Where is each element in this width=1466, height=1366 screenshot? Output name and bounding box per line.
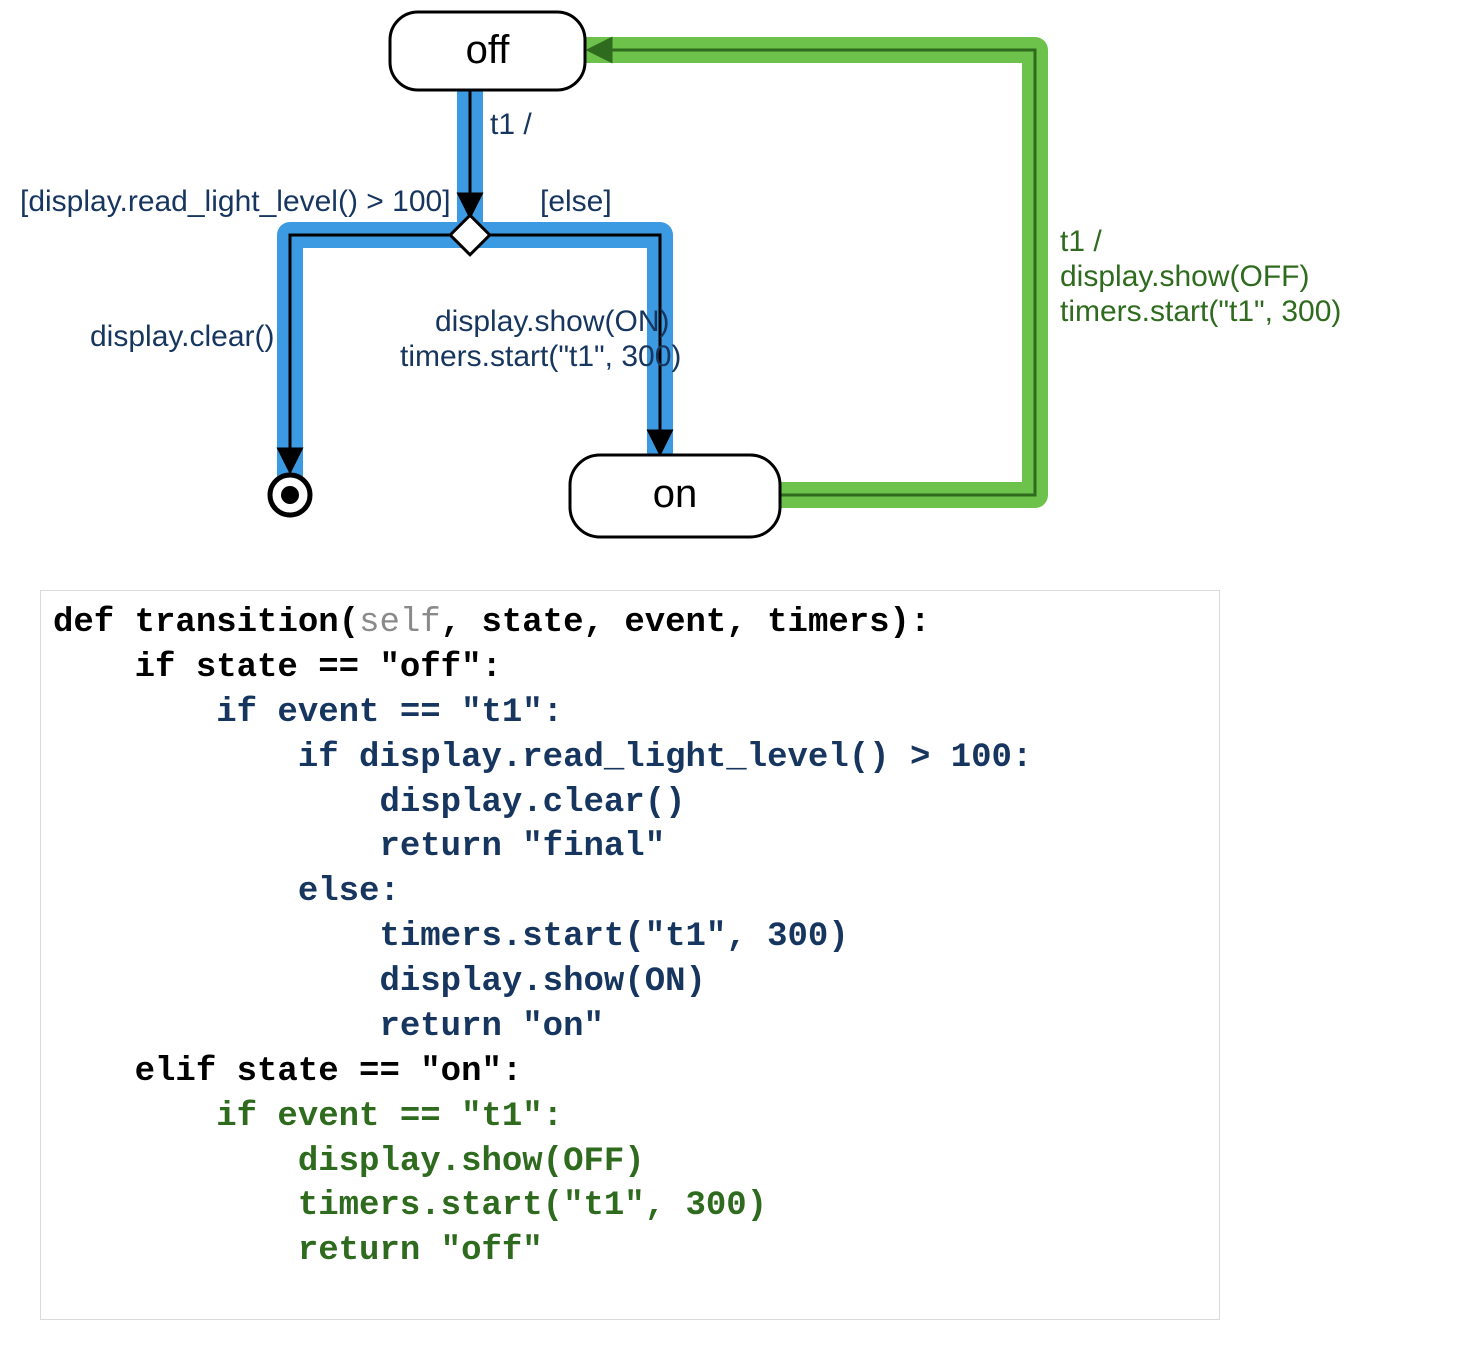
code-line-13: display.show(OFF) [53, 1143, 645, 1181]
state-off-label: off [390, 28, 585, 73]
code-line-4: if display.read_light_level() > 100: [53, 739, 1032, 777]
code-line-2: if state == "off": [53, 649, 502, 687]
code-sig-rest: , state, event, timers): [441, 604, 931, 642]
decision-node [450, 215, 490, 255]
code-line-12: if event == "t1": [53, 1098, 563, 1136]
diagram-canvas: { "states": { "off": "off", "on": "on" }… [0, 0, 1466, 1366]
code-line-8: timers.start("t1", 300) [53, 918, 849, 956]
guard-left-label: [display.read_light_level() > 100] [20, 185, 451, 218]
state-on-label: on [570, 472, 780, 517]
edge-off-trigger-label: t1 / [490, 108, 532, 141]
green-edge-label-line3: timers.start("t1", 300) [1060, 295, 1341, 328]
code-kw-def: def [53, 604, 114, 642]
green-edge-label-line1: t1 / [1060, 225, 1102, 258]
green-edge-label-line2: display.show(OFF) [1060, 260, 1310, 293]
code-line-9: display.show(ON) [53, 963, 706, 1001]
code-line-11: elif state == "on": [53, 1053, 522, 1091]
code-line-3: if event == "t1": [53, 694, 563, 732]
action-right-label-line2: timers.start("t1", 300) [400, 340, 681, 373]
code-fn-name: transition( [114, 604, 359, 642]
code-line-6: return "final" [53, 828, 665, 866]
code-line-5: display.clear() [53, 784, 686, 822]
code-self: self [359, 604, 441, 642]
code-line-14: timers.start("t1", 300) [53, 1187, 767, 1225]
action-left-label: display.clear() [90, 320, 275, 353]
code-line-10: return "on" [53, 1008, 604, 1046]
guard-right-label: [else] [540, 185, 612, 218]
code-line-7: else: [53, 873, 400, 911]
edge-off-branch-left-highlight [290, 85, 470, 475]
code-panel: def transition(self, state, event, timer… [40, 590, 1220, 1320]
code-line-15: return "off" [53, 1232, 543, 1270]
final-state-node [270, 475, 310, 515]
action-right-label-line1: display.show(ON) [435, 305, 670, 338]
